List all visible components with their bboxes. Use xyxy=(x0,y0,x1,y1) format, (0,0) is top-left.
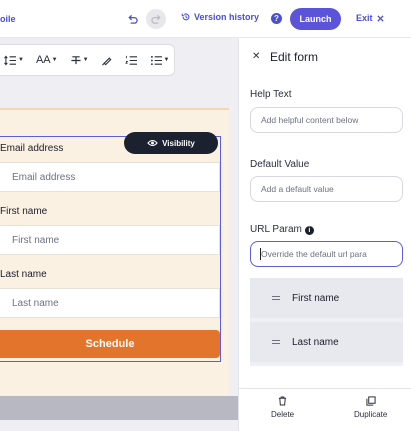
top-bar: oile Version history ? Launch Exit xyxy=(0,0,411,38)
list-item[interactable]: First name xyxy=(250,278,403,318)
line-height-icon xyxy=(4,55,16,65)
url-param-label: URL Param xyxy=(250,224,302,235)
list-item-label: First name xyxy=(292,292,340,304)
default-value-input[interactable]: Add a default value xyxy=(250,176,403,202)
list-item-label: Last name xyxy=(292,336,339,348)
selected-form-outline xyxy=(0,136,221,362)
bullet-list-button[interactable]: ▼ xyxy=(150,55,170,66)
visibility-button[interactable]: Visibility xyxy=(124,132,218,154)
visibility-label: Visibility xyxy=(162,138,195,148)
chevron-down-icon: ▼ xyxy=(18,57,24,63)
redo-icon xyxy=(150,14,161,24)
url-param-label-row: URL Param i xyxy=(250,224,314,235)
undo-icon xyxy=(127,14,138,24)
undo-button[interactable] xyxy=(122,9,142,29)
numbered-list-icon xyxy=(124,55,137,65)
editor-canvas: ▼ AA ▼ ▼ ▼ Email address Email address F… xyxy=(0,38,238,431)
drag-handle-icon[interactable] xyxy=(272,340,280,344)
duplicate-button[interactable]: Duplicate xyxy=(354,396,387,419)
paint-icon xyxy=(101,56,111,65)
delete-button[interactable]: Delete xyxy=(271,396,294,419)
chevron-down-icon: ▼ xyxy=(163,57,170,63)
close-panel-icon[interactable]: ✕ xyxy=(252,51,260,62)
exit-label: Exit xyxy=(356,13,373,23)
page-name[interactable]: oile xyxy=(0,14,16,24)
duplicate-label: Duplicate xyxy=(354,410,388,419)
edit-form-panel: ✕ Edit form Help Text Add helpful conten… xyxy=(238,38,411,431)
url-param-input[interactable]: Override the default url para xyxy=(250,241,403,267)
chevron-down-icon: ▼ xyxy=(51,57,58,63)
duplicate-icon xyxy=(366,396,376,406)
panel-title: Edit form xyxy=(270,50,319,64)
info-icon[interactable]: i xyxy=(304,226,314,235)
launch-button[interactable]: Launch xyxy=(290,8,341,30)
eye-icon xyxy=(147,139,158,147)
text-cursor xyxy=(260,248,261,260)
numbered-list-button[interactable] xyxy=(124,55,138,66)
trash-icon xyxy=(278,396,287,406)
paint-button[interactable] xyxy=(101,55,113,66)
exit-button[interactable]: Exit xyxy=(356,13,384,23)
list-item[interactable]: Last name xyxy=(250,322,403,362)
version-history-label: Version history xyxy=(194,12,260,22)
panel-footer: Delete Duplicate xyxy=(239,388,411,431)
version-history-button[interactable]: Version history xyxy=(181,12,259,22)
line-height-button[interactable]: ▼ xyxy=(4,55,24,66)
text-style-icon xyxy=(71,55,81,64)
close-icon xyxy=(376,14,384,22)
help-icon[interactable]: ? xyxy=(271,13,282,24)
redo-button[interactable] xyxy=(146,9,166,29)
default-value-label: Default Value xyxy=(250,159,310,170)
text-toolbar: ▼ AA ▼ ▼ ▼ xyxy=(0,44,175,76)
help-text-input[interactable]: Add helpful content below xyxy=(250,107,403,133)
history-icon xyxy=(181,13,190,21)
bullet-list-icon xyxy=(150,55,162,65)
drag-handle-icon[interactable] xyxy=(272,296,280,300)
delete-label: Delete xyxy=(271,410,295,419)
font-size-button[interactable]: AA ▼ xyxy=(36,54,58,66)
field-order-list: First name Last name xyxy=(250,278,403,366)
next-section-strip xyxy=(0,396,238,420)
chevron-down-icon: ▼ xyxy=(82,57,89,63)
help-text-label: Help Text xyxy=(250,89,292,100)
font-size-icon: AA xyxy=(35,54,51,66)
text-style-button[interactable]: ▼ xyxy=(70,55,89,66)
